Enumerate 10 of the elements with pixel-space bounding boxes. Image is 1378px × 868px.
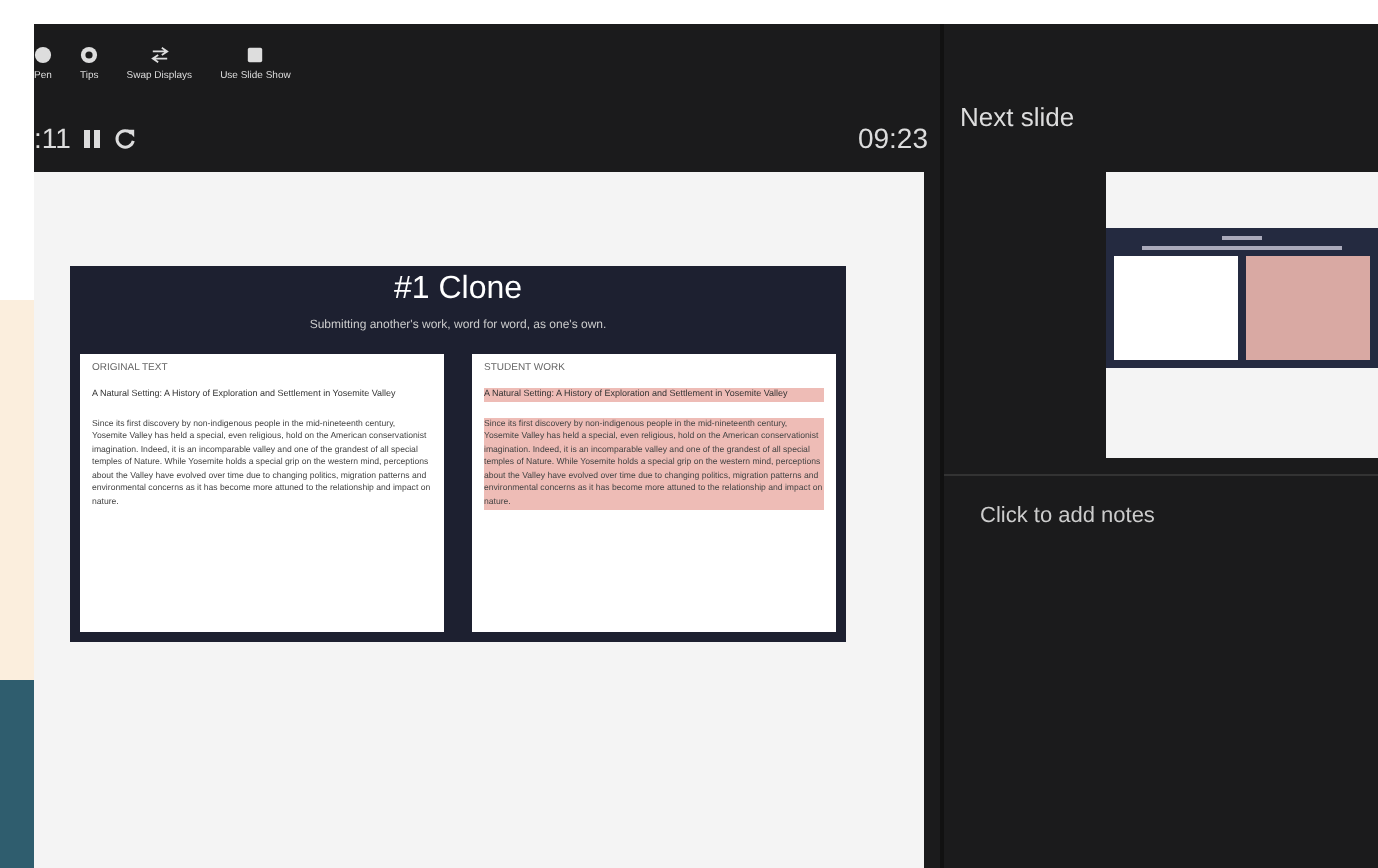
restart-button[interactable] [114,127,137,149]
next-slide-label: Next slide [960,102,1075,132]
clock-time: 09:23 [857,122,928,154]
slide-title: #1 Clone [393,272,523,308]
swap-icon [149,46,170,64]
pause-button[interactable] [82,127,103,149]
notes-field[interactable]: Click to add notes [980,504,1155,528]
slideshow-icon [246,46,265,64]
help-icon [80,46,99,64]
elapsed-time: :11 [34,122,71,154]
